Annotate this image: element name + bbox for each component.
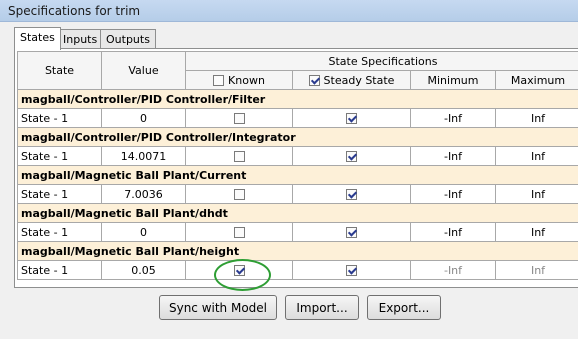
steady-state-cell bbox=[292, 260, 411, 280]
steady-state-checkbox[interactable] bbox=[346, 151, 357, 162]
known-checkbox[interactable] bbox=[233, 189, 245, 200]
import-button[interactable]: Import... bbox=[285, 295, 359, 320]
export-button[interactable]: Export... bbox=[367, 295, 441, 320]
highlight-circle-annotation bbox=[214, 259, 271, 291]
tab-states[interactable]: States bbox=[14, 27, 61, 50]
maximum-cell[interactable]: Inf bbox=[495, 146, 578, 166]
state-value-cell[interactable]: 0 bbox=[101, 108, 186, 128]
minimum-cell[interactable]: -Inf bbox=[410, 184, 496, 204]
steady-state-cell bbox=[292, 146, 411, 166]
tab-inputs[interactable]: Inputs bbox=[57, 29, 104, 49]
state-name-cell: State - 1 bbox=[17, 108, 102, 128]
header-state-specifications: State Specifications bbox=[185, 51, 578, 71]
header-value: Value bbox=[101, 51, 186, 90]
table-row: State - 1 0.05 -Inf Inf bbox=[17, 260, 578, 280]
maximum-cell[interactable]: Inf bbox=[495, 184, 578, 204]
known-all-checkbox[interactable] bbox=[213, 75, 225, 86]
steady-state-checkbox[interactable] bbox=[346, 265, 357, 276]
steady-state-checkbox[interactable] bbox=[346, 113, 357, 124]
state-name-cell: State - 1 bbox=[17, 260, 102, 280]
states-panel: State Value State Specifications Known S… bbox=[14, 48, 578, 288]
table-row: State - 1 14.0071 -Inf Inf bbox=[17, 146, 578, 166]
steady-state-cell bbox=[292, 108, 411, 128]
known-cell bbox=[185, 108, 293, 128]
state-spec-table: State Value State Specifications Known S… bbox=[17, 51, 578, 280]
state-spec-table-container[interactable]: State Value State Specifications Known S… bbox=[17, 51, 578, 285]
steady-state-cell bbox=[292, 184, 411, 204]
table-row: State - 1 0 -Inf Inf bbox=[17, 108, 578, 128]
block-path-dhdt: magball/Magnetic Ball Plant/dhdt bbox=[17, 203, 578, 223]
minimum-cell[interactable]: -Inf bbox=[410, 260, 496, 280]
known-checkbox[interactable] bbox=[233, 227, 245, 238]
header-state: State bbox=[17, 51, 102, 90]
maximum-cell[interactable]: Inf bbox=[495, 108, 578, 128]
state-name-cell: State - 1 bbox=[17, 222, 102, 242]
state-name-cell: State - 1 bbox=[17, 146, 102, 166]
known-cell bbox=[185, 146, 293, 166]
title-bar: Specifications for trim bbox=[0, 0, 578, 22]
block-path-current: magball/Magnetic Ball Plant/Current bbox=[17, 165, 578, 185]
steady-state-all-checkbox[interactable] bbox=[308, 75, 320, 86]
maximum-cell[interactable]: Inf bbox=[495, 222, 578, 242]
window-title: Specifications for trim bbox=[8, 4, 141, 18]
known-cell bbox=[185, 184, 293, 204]
state-name-cell: State - 1 bbox=[17, 184, 102, 204]
minimum-cell[interactable]: -Inf bbox=[410, 146, 496, 166]
block-path-filter: magball/Controller/PID Controller/Filter bbox=[17, 89, 578, 109]
state-value-cell[interactable]: 7.0036 bbox=[101, 184, 186, 204]
table-row: State - 1 7.0036 -Inf Inf bbox=[17, 184, 578, 204]
known-checkbox[interactable] bbox=[233, 151, 245, 162]
steady-state-checkbox[interactable] bbox=[346, 189, 357, 200]
state-value-cell[interactable]: 14.0071 bbox=[101, 146, 186, 166]
header-known[interactable]: Known bbox=[185, 70, 293, 90]
header-steady-state[interactable]: Steady State bbox=[292, 70, 411, 90]
block-path-integrator: magball/Controller/PID Controller/Integr… bbox=[17, 127, 578, 147]
sync-with-model-button[interactable]: Sync with Model bbox=[159, 295, 277, 320]
known-checkbox[interactable] bbox=[233, 113, 245, 124]
steady-state-cell bbox=[292, 222, 411, 242]
tab-outputs[interactable]: Outputs bbox=[100, 29, 156, 49]
state-value-cell[interactable]: 0 bbox=[101, 222, 186, 242]
specifications-window: Specifications for trim States Inputs Ou… bbox=[0, 0, 578, 339]
state-value-cell[interactable]: 0.05 bbox=[101, 260, 186, 280]
known-cell bbox=[185, 222, 293, 242]
maximum-cell[interactable]: Inf bbox=[495, 260, 578, 280]
header-maximum: Maximum bbox=[495, 70, 578, 90]
block-path-height: magball/Magnetic Ball Plant/height bbox=[17, 241, 578, 261]
table-row: State - 1 0 -Inf Inf bbox=[17, 222, 578, 242]
minimum-cell[interactable]: -Inf bbox=[410, 222, 496, 242]
minimum-cell[interactable]: -Inf bbox=[410, 108, 496, 128]
steady-state-checkbox[interactable] bbox=[346, 227, 357, 238]
header-minimum: Minimum bbox=[410, 70, 496, 90]
